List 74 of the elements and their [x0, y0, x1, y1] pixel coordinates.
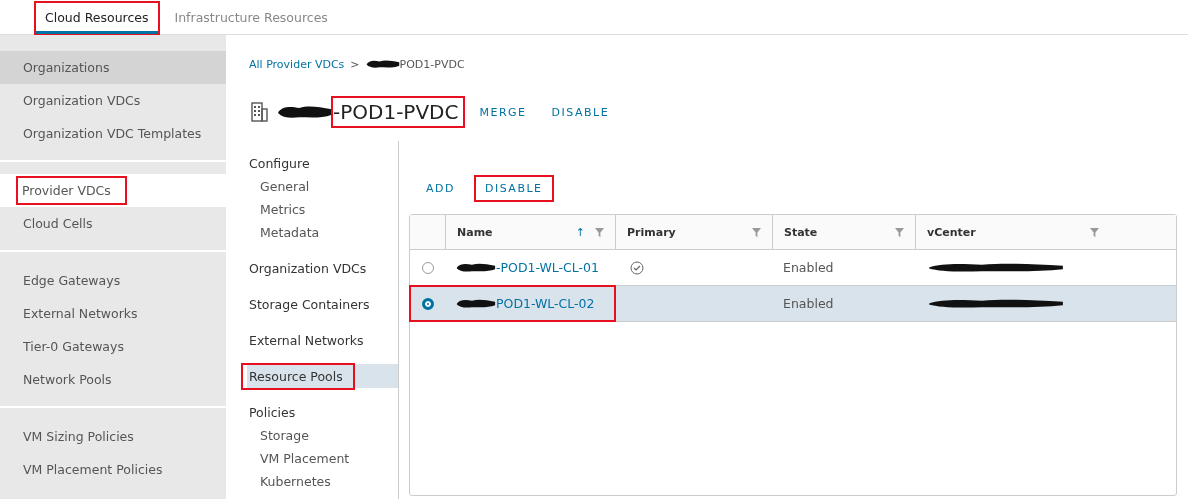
- sidebar-item-label: Provider VDCs: [18, 178, 125, 203]
- table-row[interactable]: POD1-WL-CL-02 Enabled: [410, 286, 1176, 322]
- breadcrumb-current: POD1-PVDC: [399, 57, 465, 71]
- header-action[interactable]: MERGE: [479, 105, 527, 119]
- redaction-mark: [277, 104, 333, 120]
- section-nav-item[interactable]: Organization VDCs: [247, 256, 398, 280]
- breadcrumb-separator: >: [350, 57, 360, 71]
- redaction-mark: [456, 298, 496, 309]
- redaction-mark: [456, 262, 496, 273]
- name-link[interactable]: -POD1-WL-CL-01: [496, 260, 599, 275]
- filter-icon[interactable]: [1090, 227, 1099, 237]
- sidebar-item-label: VM Placement Policies: [23, 462, 163, 477]
- check-circle-icon: [630, 260, 644, 275]
- filter-icon[interactable]: [595, 227, 604, 237]
- filter-icon[interactable]: [752, 227, 761, 237]
- toolbar-button[interactable]: ADD: [417, 176, 464, 200]
- sidebar-item[interactable]: Tier-0 Gateways: [0, 330, 226, 363]
- sidebar-item-label: Tier-0 Gateways: [23, 339, 124, 354]
- sort-indicator[interactable]: ↑: [575, 225, 585, 239]
- column-header[interactable]: Name ↑: [445, 215, 615, 249]
- section-nav-item[interactable]: Policies: [247, 400, 398, 424]
- sidebar-item[interactable]: Edge Gateways: [0, 264, 226, 297]
- section-nav-subitem[interactable]: VM Placement: [249, 447, 398, 470]
- section-nav-subitem[interactable]: Metadata: [249, 221, 398, 244]
- breadcrumb-link[interactable]: All Provider VDCs: [249, 57, 345, 71]
- section-nav-item[interactable]: Configure: [247, 151, 398, 175]
- page-title: -POD1-PVDC: [333, 98, 464, 126]
- sidebar-item-label: Organization VDC Templates: [23, 126, 202, 141]
- column-header[interactable]: State: [772, 215, 915, 249]
- sidebar-item[interactable]: Network Pools: [0, 363, 226, 396]
- column-header[interactable]: Primary: [615, 215, 772, 249]
- sidebar-item-label: Edge Gateways: [23, 273, 121, 288]
- table-cell-text: Enabled: [782, 259, 835, 277]
- redaction-mark: [365, 59, 400, 69]
- section-nav-subitem[interactable]: General: [249, 175, 398, 198]
- column-title: vCenter: [927, 225, 976, 239]
- section-nav-subitem[interactable]: Metrics: [249, 198, 398, 221]
- section-nav-label: Policies: [249, 404, 296, 420]
- table-cell-text: Enabled: [782, 295, 835, 313]
- section-nav-subitem[interactable]: Kubernetes: [249, 470, 398, 493]
- name-link[interactable]: POD1-WL-CL-02: [496, 296, 595, 311]
- header-action[interactable]: DISABLE: [551, 105, 610, 119]
- top-tab[interactable]: Infrastructure Resources: [165, 3, 337, 34]
- sidebar-item[interactable]: Provider VDCs: [0, 174, 226, 207]
- sidebar-item-label: Organizations: [23, 60, 110, 75]
- sidebar-item[interactable]: Cloud Cells: [0, 207, 226, 240]
- section-nav-item[interactable]: External Networks: [247, 328, 398, 352]
- building-icon: [249, 102, 269, 122]
- sidebar-item-label: Organization VDCs: [23, 93, 141, 108]
- section-nav-label: Configure: [249, 155, 310, 171]
- sidebar-item-label: Network Pools: [23, 372, 112, 387]
- sidebar-item[interactable]: Organization VDCs: [0, 84, 226, 117]
- section-nav-label: External Networks: [249, 332, 364, 348]
- sidebar-item-label: External Networks: [23, 306, 138, 321]
- filter-icon[interactable]: [895, 227, 904, 237]
- radio-button[interactable]: [421, 261, 434, 274]
- sidebar-item[interactable]: VM Sizing Policies: [0, 420, 226, 453]
- toolbar-button[interactable]: DISABLE: [475, 176, 552, 200]
- section-nav-subitem[interactable]: Storage: [249, 424, 398, 447]
- column-header[interactable]: vCenter: [915, 215, 1110, 249]
- sidebar-item-label: VM Sizing Policies: [23, 429, 134, 444]
- sidebar-item[interactable]: VM Placement Policies: [0, 453, 226, 486]
- sidebar-item-label: Cloud Cells: [23, 216, 93, 231]
- radio-button[interactable]: [421, 297, 434, 310]
- column-title: Name: [457, 225, 493, 239]
- sidebar-item[interactable]: External Networks: [0, 297, 226, 330]
- sidebar-item[interactable]: Organization VDC Templates: [0, 117, 226, 150]
- column-title: Primary: [627, 225, 676, 239]
- column-title: State: [784, 225, 818, 239]
- section-nav-label: Storage Containers: [249, 296, 370, 312]
- section-nav-label: Organization VDCs: [249, 260, 367, 276]
- top-tab[interactable]: Cloud Resources: [36, 3, 158, 34]
- sidebar-item[interactable]: Organizations: [0, 51, 226, 84]
- section-nav-item[interactable]: Storage Containers: [247, 292, 398, 316]
